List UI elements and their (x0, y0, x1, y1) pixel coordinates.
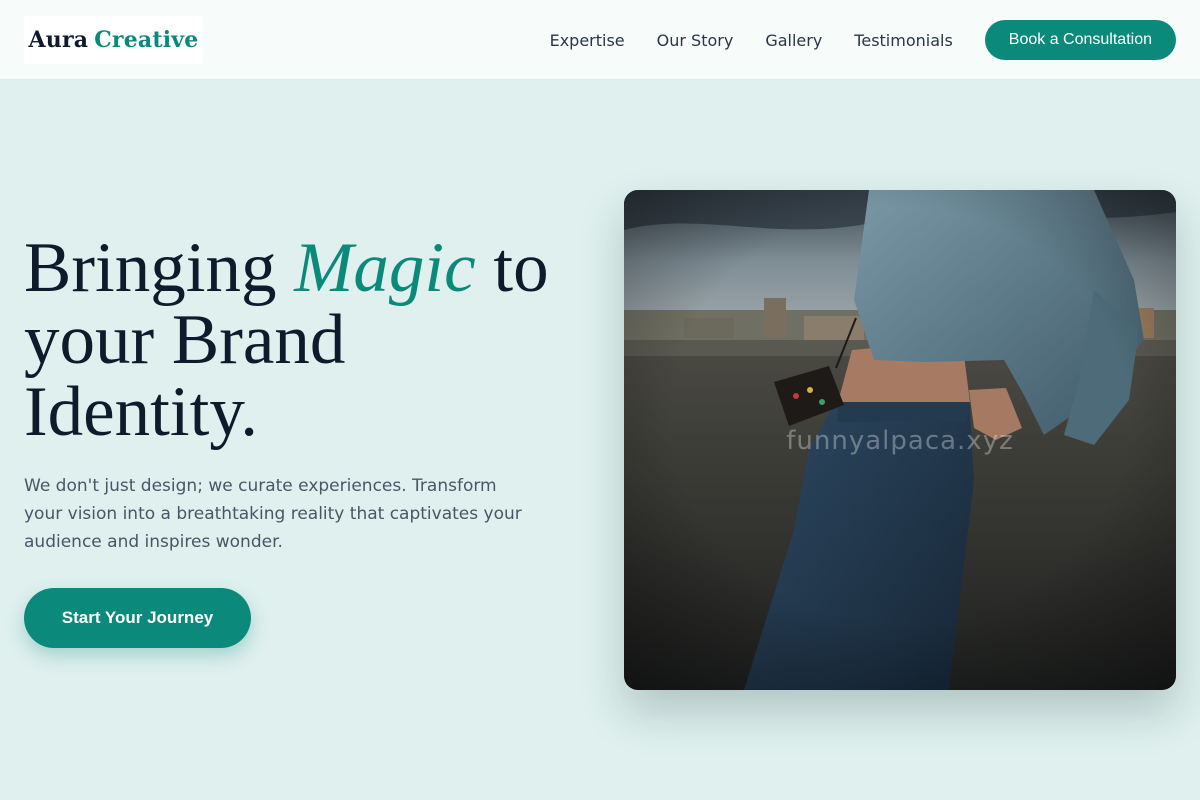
nav-link-gallery[interactable]: Gallery (765, 31, 822, 50)
brand-logo[interactable]: Aura Creative (24, 16, 203, 64)
nav-link-testimonials[interactable]: Testimonials (854, 31, 953, 50)
start-journey-button[interactable]: Start Your Journey (24, 588, 251, 648)
nav-link-our-story[interactable]: Our Story (657, 31, 734, 50)
site-header: Aura Creative Expertise Our Story Galler… (0, 0, 1200, 80)
image-watermark: funnyalpaca.xyz (786, 426, 1014, 456)
hero-image: funnyalpaca.xyz (624, 190, 1176, 690)
book-consultation-button[interactable]: Book a Consultation (984, 20, 1176, 60)
hero-title-start: Bringing (24, 229, 295, 307)
hero-title: Bringing Magic to your Brand Identity. (24, 232, 584, 448)
hero-subtitle: We don't just design; we curate experien… (24, 476, 522, 552)
hero-title-accent: Magic (294, 229, 476, 307)
main-nav: Expertise Our Story Gallery Testimonials… (550, 0, 1176, 80)
brand-word-creative: Creative (94, 27, 199, 53)
brand-word-aura: Aura (28, 27, 89, 53)
nav-link-expertise[interactable]: Expertise (550, 31, 625, 50)
